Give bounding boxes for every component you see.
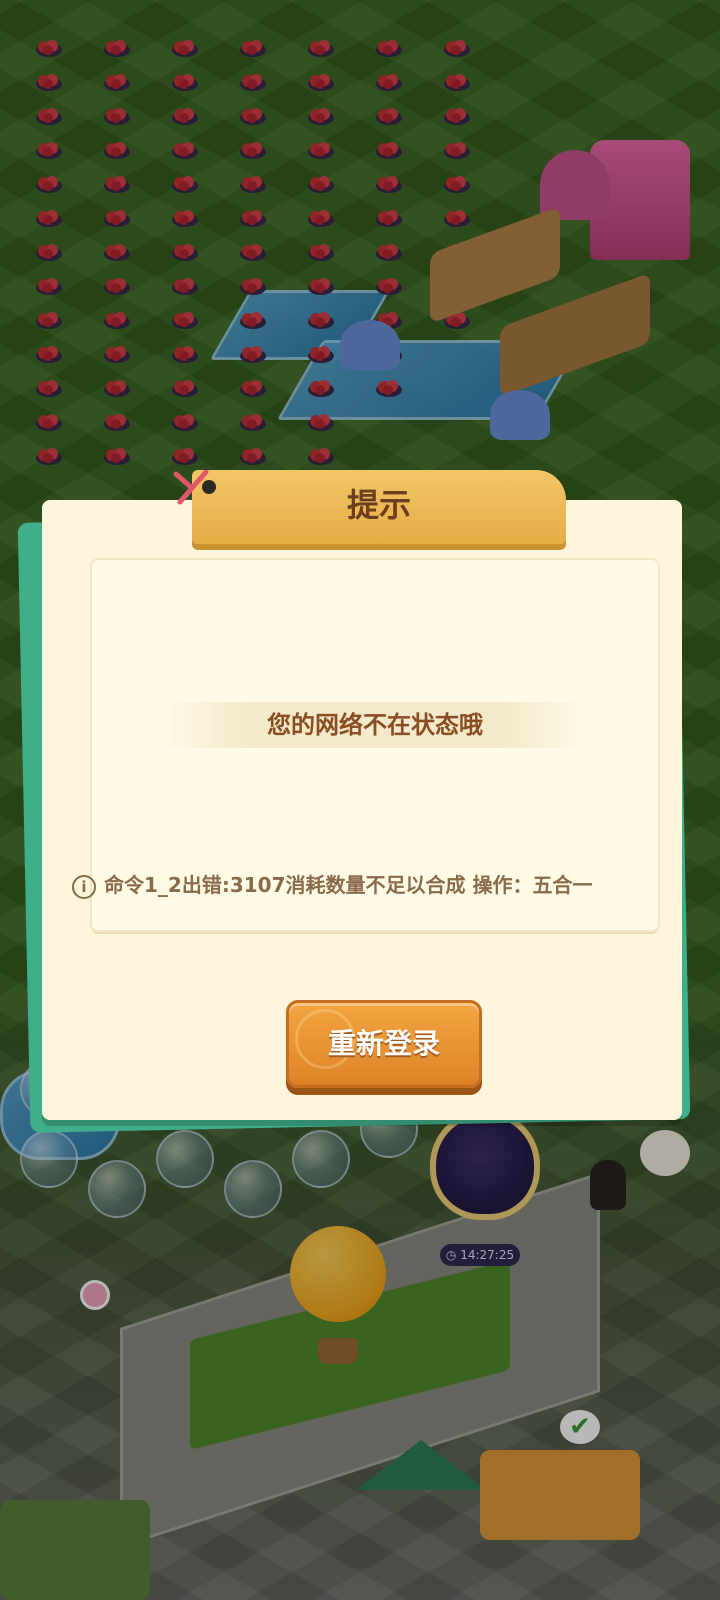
- relogin-label: 重新登录: [327, 1027, 440, 1060]
- info-icon: i: [72, 874, 96, 899]
- title-tab: 提示: [173, 470, 566, 544]
- tip-dialog: 提示 您的网络不在状态哦 i 命令1_2出错:3107消耗数量不足以合成 操作：五…: [17, 470, 692, 1133]
- dialog-message: 您的网络不在状态哦: [267, 711, 483, 739]
- error-detail: i 命令1_2出错:3107消耗数量不足以合成 操作：五合一: [72, 868, 692, 902]
- dialog-panel: 提示 您的网络不在状态哦 i 命令1_2出错:3107消耗数量不足以合成 操作：五…: [42, 470, 682, 1120]
- relogin-button[interactable]: 重新登录: [286, 1000, 482, 1088]
- dialog-title: 提示: [346, 486, 411, 524]
- error-text: 命令1_2出错:3107消耗数量不足以合成 操作：五合一: [104, 873, 593, 897]
